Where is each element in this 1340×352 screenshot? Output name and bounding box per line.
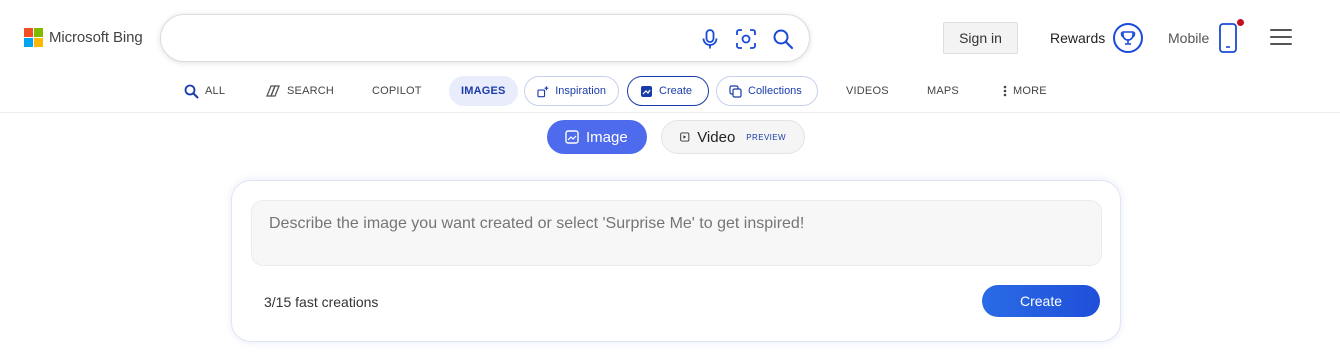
inspiration-pill[interactable]: Inspiration [524,76,619,106]
collections-icon [729,84,742,98]
image-mode-button[interactable]: Image [547,120,647,154]
collections-pill[interactable]: Collections [716,76,818,106]
notification-dot [1237,19,1245,26]
tab-all[interactable]: ALL [184,76,225,106]
image-mode-label: Image [586,128,628,146]
tab-copilot-label: COPILOT [372,85,422,97]
bing-search-icon [266,84,280,97]
collections-label: Collections [748,85,802,97]
search-icon[interactable] [772,28,794,50]
menu-icon[interactable] [1270,29,1292,45]
more-dots-icon [1003,85,1007,97]
video-mode-label: Video [697,128,736,146]
image-icon [565,130,579,144]
video-icon [680,132,690,142]
visual-search-icon[interactable] [735,28,757,50]
inspiration-label: Inspiration [555,85,606,97]
tab-copilot[interactable]: COPILOT [372,76,422,106]
inspiration-icon [537,85,549,97]
microphone-icon[interactable] [699,28,721,50]
mobile-button[interactable]: Mobile [1168,19,1245,54]
tab-more-label: MORE [1013,85,1047,97]
preview-badge: PREVIEW [746,132,786,142]
video-mode-button[interactable]: Video PREVIEW [661,120,805,154]
logo-text: Microsoft Bing [49,29,143,46]
tab-maps-label: MAPS [927,85,959,97]
search-input[interactable] [181,27,681,51]
tab-maps[interactable]: MAPS [927,76,959,106]
rewards-label: Rewards [1050,30,1106,46]
tab-images-label: IMAGES [461,85,506,97]
image-creator-card: 3/15 fast creations Create [231,180,1121,342]
create-icon [641,85,652,97]
tab-more[interactable]: MORE [1003,76,1047,106]
bing-logo[interactable]: Microsoft Bing [24,28,143,47]
scope-bar: ALL SEARCH COPILOT IMAGES Inspiration Cr… [0,72,1340,113]
create-pill-label: Create [659,85,693,97]
mobile-label: Mobile [1168,30,1210,46]
tab-search-label: SEARCH [287,85,335,97]
tab-images[interactable]: IMAGES [449,76,518,106]
tab-all-label: ALL [205,85,226,97]
rewards-button[interactable]: Rewards [1050,22,1144,54]
sign-in-button[interactable]: Sign in [943,22,1018,54]
trophy-icon [1113,23,1144,53]
fast-creations-counter: 3/15 fast creations [264,294,379,310]
tab-videos[interactable]: VIDEOS [846,76,889,106]
prompt-input[interactable] [251,200,1102,266]
header: Microsoft Bing Sign in Rewards Mobile [0,0,1340,72]
phone-icon [1219,19,1245,53]
create-pill[interactable]: Create [627,76,709,106]
create-button[interactable]: Create [982,285,1100,317]
mode-switcher: Image Video PREVIEW [0,120,1340,154]
search-box[interactable] [160,14,810,62]
microsoft-logo-icon [24,28,43,47]
search-icon [184,84,199,98]
tab-videos-label: VIDEOS [846,85,889,97]
tab-search[interactable]: SEARCH [265,76,334,106]
